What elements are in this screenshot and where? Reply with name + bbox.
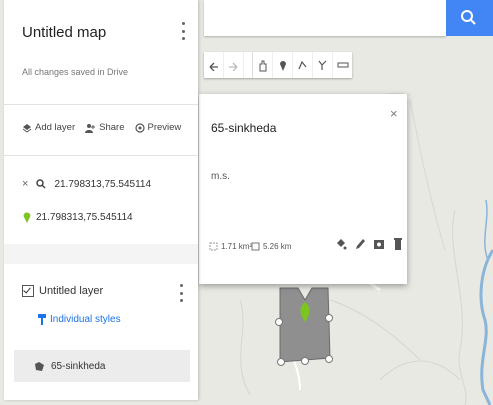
map-actions: Add layer Share Preview [22, 122, 181, 133]
ruler-icon [337, 62, 348, 68]
vertex-handle[interactable] [325, 355, 333, 363]
divider [4, 104, 198, 105]
layer-name[interactable]: Untitled layer [39, 285, 103, 297]
search-icon [461, 10, 476, 25]
close-icon[interactable]: × [22, 178, 28, 190]
perimeter-value: 5.26 km [263, 242, 292, 251]
search-result-text: 21.798313,75.545114 [54, 178, 152, 190]
marker-icon [279, 60, 286, 71]
pin-icon [23, 212, 31, 223]
style-brush-icon [38, 314, 46, 325]
layer-visibility-checkbox[interactable] [22, 285, 34, 297]
camera-icon [374, 240, 384, 249]
vertex-handle[interactable] [277, 358, 285, 366]
individual-styles-link[interactable]: Individual styles [38, 314, 121, 325]
search-point-text: 21.798313,75.545114 [36, 211, 133, 223]
close-icon[interactable]: × [390, 106, 398, 121]
polygon-icon [35, 361, 44, 371]
map-title[interactable]: Untitled map [22, 24, 106, 41]
share-label: Share [99, 122, 125, 133]
share-button[interactable]: Share [85, 122, 125, 133]
add-layer-button[interactable]: Add layer [22, 122, 75, 133]
undo-button[interactable] [204, 52, 224, 78]
saved-status: All changes saved in Drive [22, 67, 129, 77]
add-marker-tool[interactable] [273, 52, 293, 78]
add-layer-icon [22, 123, 32, 133]
directions-icon [318, 60, 327, 70]
vertex-handle[interactable] [275, 318, 283, 326]
area-icon [209, 242, 218, 251]
delete-icon [394, 238, 402, 250]
redo-button[interactable] [224, 52, 244, 78]
paint-icon [337, 239, 347, 250]
edit-icon [356, 239, 365, 249]
add-photo-button[interactable] [373, 237, 385, 251]
measure-tool[interactable] [333, 52, 352, 78]
perimeter-measure: 5.26 km [251, 242, 291, 251]
share-icon [85, 123, 96, 133]
undo-icon [209, 62, 218, 71]
layer-header[interactable]: Untitled layer [22, 285, 103, 297]
search-result-row[interactable]: × 21.798313,75.545114 [22, 178, 151, 190]
section-separator [4, 244, 198, 264]
more-vert-icon[interactable] [176, 284, 186, 302]
preview-icon [134, 122, 145, 133]
edit-button[interactable] [354, 237, 366, 251]
draw-line-icon [298, 60, 307, 70]
divider [4, 155, 198, 156]
style-button[interactable] [335, 237, 347, 251]
add-layer-label: Add layer [35, 122, 76, 133]
preview-button[interactable]: Preview [134, 122, 182, 133]
map-toolbar [204, 52, 352, 78]
vertex-handle[interactable] [325, 314, 333, 322]
vertex-handle[interactable] [301, 357, 309, 365]
area-value: 1.71 km² [221, 242, 253, 251]
polygon-feature[interactable] [270, 280, 340, 370]
draw-line-tool[interactable] [293, 52, 313, 78]
perimeter-icon [251, 242, 260, 251]
feature-name: 65-sinkheda [51, 360, 106, 372]
feature-info-popup: 65-sinkheda × m.s. 1.71 km² 5.26 km [199, 94, 407, 284]
individual-styles-label: Individual styles [50, 314, 121, 325]
search-icon [36, 179, 46, 189]
map-sidebar: Untitled map All changes saved in Drive … [4, 0, 198, 400]
hand-icon [259, 60, 267, 71]
popup-actions [335, 237, 404, 251]
delete-button[interactable] [392, 237, 404, 251]
area-measure: 1.71 km² [209, 242, 252, 251]
redo-icon [229, 62, 238, 71]
search-point-row[interactable]: 21.798313,75.545114 [22, 210, 133, 224]
more-vert-icon[interactable] [178, 22, 188, 40]
directions-tool[interactable] [313, 52, 333, 78]
search-button[interactable] [446, 0, 493, 36]
select-tool[interactable] [252, 52, 273, 78]
popup-title: 65-sinkheda [211, 121, 277, 135]
preview-label: Preview [147, 122, 182, 133]
popup-description: m.s. [211, 171, 230, 182]
feature-list-item[interactable]: 65-sinkheda [14, 350, 190, 382]
map-search-input[interactable] [204, 0, 446, 36]
